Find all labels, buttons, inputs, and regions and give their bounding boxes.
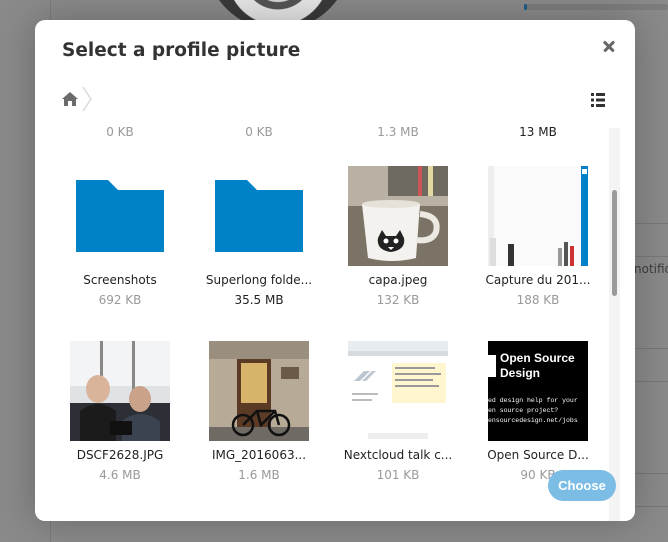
thumbnail-text: Open Source xyxy=(500,351,575,365)
background-divider xyxy=(635,381,668,382)
file-item[interactable]: Open Source Design ed design help for yo… xyxy=(473,341,603,491)
breadcrumb-separator-icon xyxy=(82,86,92,112)
thumbnail-text: ed design help for your xyxy=(488,397,578,404)
file-size: 101 KB xyxy=(376,468,420,482)
file-item[interactable]: capa.jpeg 132 KB xyxy=(333,166,463,316)
image-thumbnail xyxy=(70,341,170,441)
file-item[interactable]: Capture du 201... 188 KB xyxy=(473,166,603,316)
file-item[interactable]: Nextcloud talk c... 101 KB xyxy=(333,341,463,491)
scrollbar-thumb[interactable] xyxy=(612,190,617,296)
file-size: 1.6 MB xyxy=(238,468,280,482)
file-name: Open Source D... xyxy=(487,448,589,462)
file-size: 0 KB xyxy=(245,127,273,139)
folder-icon xyxy=(209,166,309,266)
file-name: capa.jpeg xyxy=(368,273,428,287)
file-size: 35.5 MB xyxy=(234,293,284,307)
file-grid: 0 KB 0 KB 1.3 MB 13 MB Screenshots 692 K… xyxy=(35,127,610,521)
file-name: IMG_2016063... xyxy=(211,448,307,462)
thumbnail-text: en source project? xyxy=(488,407,559,414)
file-item[interactable]: Superlong folde... 35.5 MB xyxy=(194,166,324,316)
image-thumbnail xyxy=(488,166,588,266)
folder-icon xyxy=(70,166,170,266)
file-size: 0 KB xyxy=(106,127,134,139)
thumbnail-text: ensourcedesign.net/jobs xyxy=(488,417,578,424)
file-item[interactable]: IMG_2016063... 1.6 MB xyxy=(194,341,324,491)
file-size: 13 MB xyxy=(519,127,557,139)
home-icon[interactable] xyxy=(62,92,78,106)
file-name: Screenshots xyxy=(83,273,157,287)
file-size: 4.6 MB xyxy=(99,468,141,482)
profile-picture-dialog: Select a profile picture 0 KB 0 KB 1.3 M… xyxy=(35,20,635,521)
image-thumbnail xyxy=(209,341,309,441)
background-divider xyxy=(635,256,668,257)
file-name: DSCF2628.JPG xyxy=(76,448,164,462)
file-item[interactable]: Screenshots 692 KB xyxy=(55,166,185,316)
image-thumbnail xyxy=(348,166,448,266)
file-name: Superlong folde... xyxy=(205,273,313,287)
image-thumbnail xyxy=(348,341,448,441)
background-quota-bar xyxy=(524,4,668,10)
scrollbar[interactable] xyxy=(609,128,620,521)
background-divider xyxy=(635,223,668,224)
background-divider xyxy=(635,506,668,507)
dialog-title: Select a profile picture xyxy=(62,40,301,61)
file-size: 1.3 MB xyxy=(377,127,419,139)
file-size: 132 KB xyxy=(376,293,420,307)
background-notification-text: notifica xyxy=(634,262,668,276)
choose-button[interactable]: Choose xyxy=(548,470,616,501)
background-divider xyxy=(635,348,668,349)
image-thumbnail: Open Source Design ed design help for yo… xyxy=(488,341,588,441)
file-name: Nextcloud talk c... xyxy=(343,448,453,462)
background-quota-fill xyxy=(524,4,527,10)
background-divider xyxy=(635,473,668,474)
file-size: 188 KB xyxy=(516,293,560,307)
list-view-icon[interactable] xyxy=(591,93,605,107)
file-item[interactable]: DSCF2628.JPG 4.6 MB xyxy=(55,341,185,491)
thumbnail-text: Design xyxy=(500,366,541,380)
close-icon[interactable] xyxy=(601,37,619,55)
logo-mark xyxy=(488,355,496,377)
file-name: Capture du 201... xyxy=(485,273,591,287)
file-size: 692 KB xyxy=(98,293,142,307)
